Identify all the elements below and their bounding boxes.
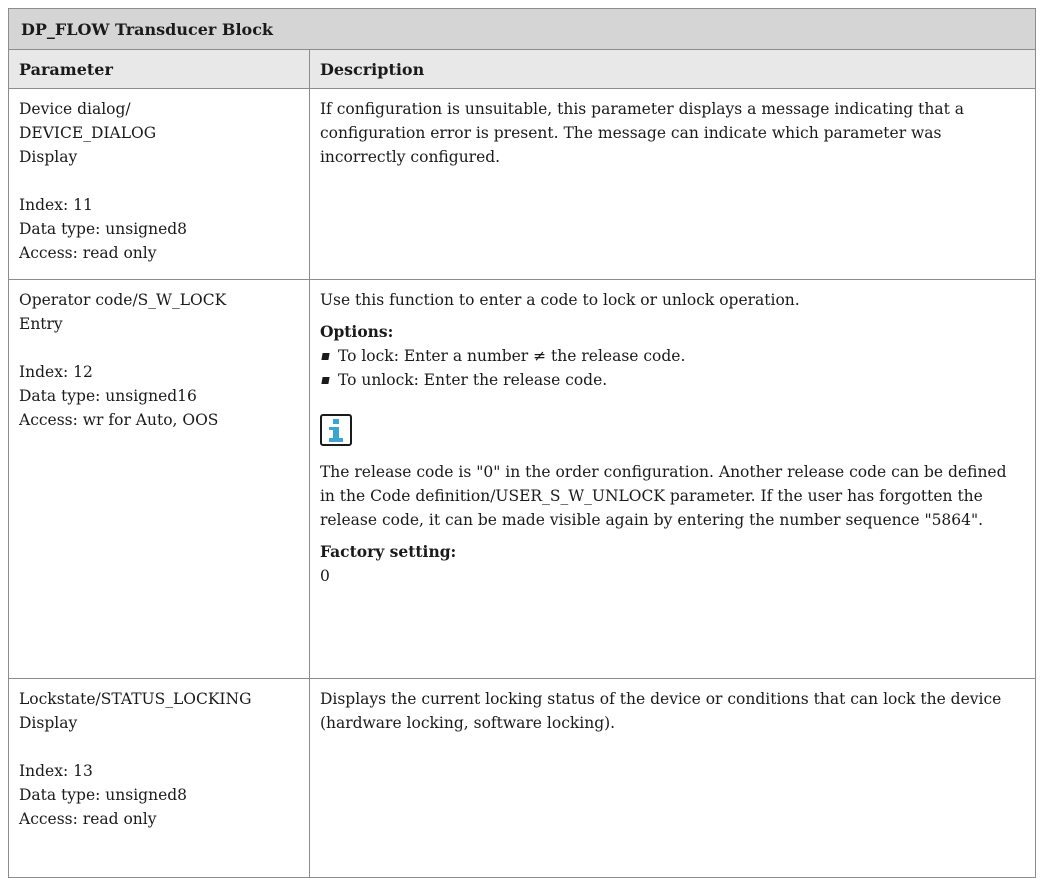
parameter-mode: Display — [19, 714, 78, 732]
parameter-mode: Entry — [19, 315, 63, 333]
description-text: If configuration is unsuitable, this par… — [319, 100, 964, 166]
description-cell: Use this function to enter a code to loc… — [308, 279, 1037, 679]
description-text: Use this function to enter a code to loc… — [319, 291, 800, 309]
parameter-cell: Lockstate/STATUS_LOCKING Display Index: … — [8, 678, 310, 878]
parameter-id: DEVICE_DIALOG — [19, 124, 157, 142]
parameter-access: Access: wr for Auto, OOS — [19, 411, 219, 429]
parameter-index: Index: 11 — [19, 196, 93, 214]
factory-setting-value: 0 — [319, 567, 330, 585]
parameter-cell: Operator code/S_W_LOCK Entry Index: 12 D… — [8, 279, 310, 679]
description-text: Displays the current locking status of t… — [319, 690, 1002, 732]
table-row: Device dialog/ DEVICE_DIALOG Display Ind… — [8, 88, 1037, 280]
parameter-name: Device dialog/ — [19, 100, 131, 118]
options-list: To lock: Enter a number ≠ the release co… — [320, 344, 1025, 392]
list-item: To unlock: Enter the release code. — [320, 368, 1025, 392]
column-header-parameter: Parameter — [8, 49, 310, 89]
parameter-data-type: Data type: unsigned8 — [19, 220, 188, 238]
description-cell: If configuration is unsuitable, this par… — [308, 88, 1037, 280]
column-header-description: Description — [308, 49, 1037, 89]
parameter-data-type: Data type: unsigned16 — [19, 387, 197, 405]
list-item: To lock: Enter a number ≠ the release co… — [320, 344, 1025, 368]
factory-setting-title: Factory setting: — [319, 542, 457, 561]
parameter-name: Operator code/S_W_LOCK — [19, 291, 227, 309]
table-title: DP_FLOW Transducer Block — [8, 8, 1036, 50]
table-row: Operator code/S_W_LOCK Entry Index: 12 D… — [8, 279, 1037, 679]
parameter-access: Access: read only — [19, 244, 157, 262]
parameter-index: Index: 13 — [19, 762, 93, 780]
info-icon — [319, 414, 352, 446]
description-cell: Displays the current locking status of t… — [308, 678, 1037, 878]
parameter-name: Lockstate/STATUS_LOCKING — [19, 690, 252, 708]
options-title: Options: — [319, 322, 394, 341]
parameter-mode: Display — [19, 148, 78, 166]
parameter-table: DP_FLOW Transducer Block Parameter Descr… — [8, 8, 1037, 878]
parameter-index: Index: 12 — [19, 363, 93, 381]
table-row: Lockstate/STATUS_LOCKING Display Index: … — [8, 678, 1037, 878]
parameter-cell: Device dialog/ DEVICE_DIALOG Display Ind… — [8, 88, 310, 280]
parameter-data-type: Data type: unsigned8 — [19, 786, 188, 804]
parameter-access: Access: read only — [19, 810, 157, 828]
note-text: The release code is "0" in the order con… — [319, 463, 1007, 529]
